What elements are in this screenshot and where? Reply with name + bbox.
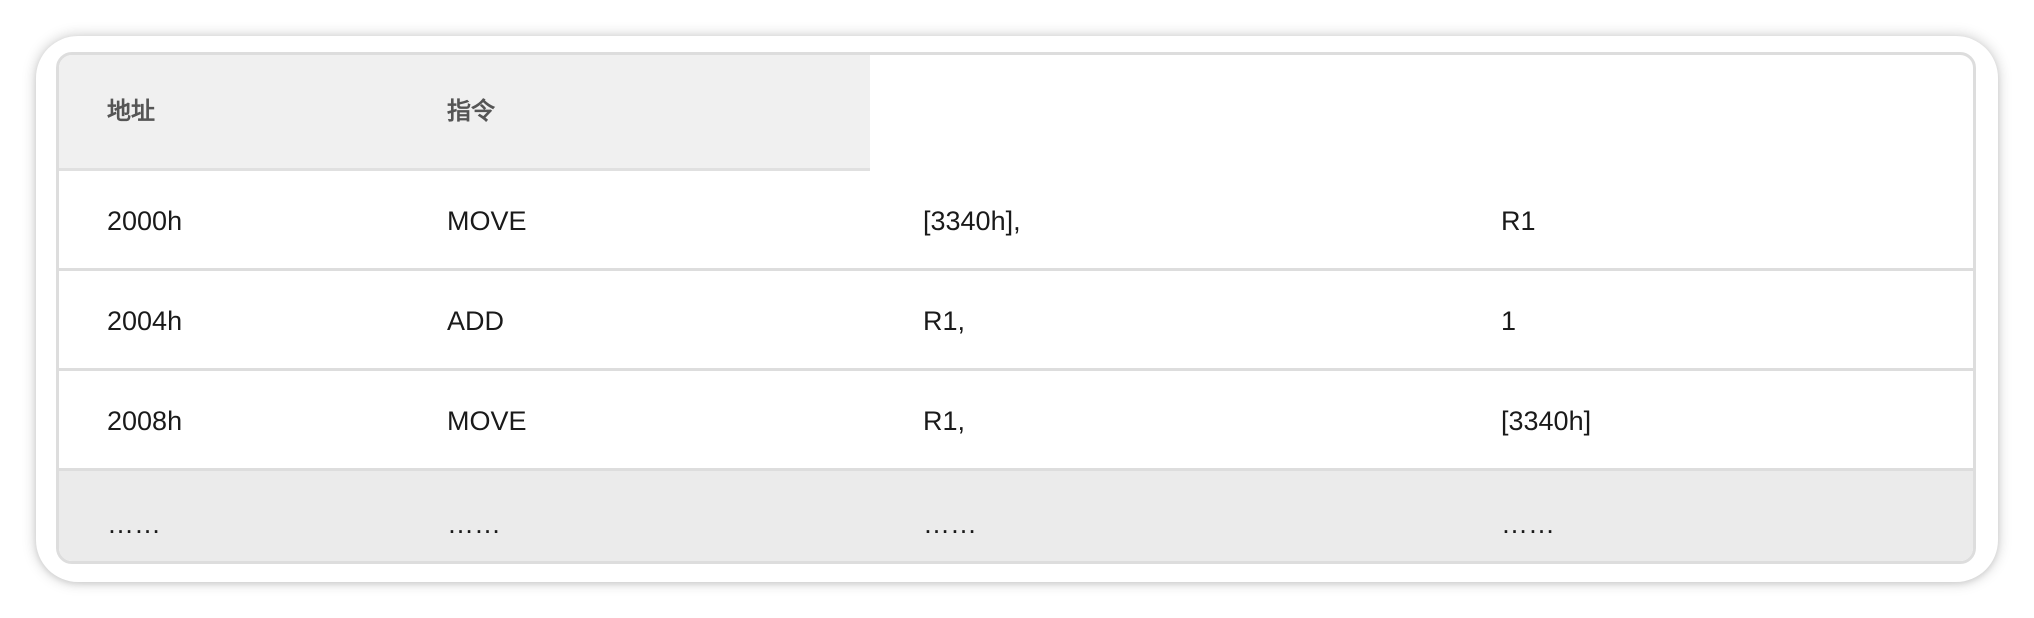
cell-address: 2000h <box>107 206 183 236</box>
cell-opcode: ADD <box>447 306 505 336</box>
cell-operand-1: R1, <box>923 306 966 336</box>
table-row: 2000h MOVE [3340h], R1 <box>59 171 1973 271</box>
header-instruction: 指令 <box>447 98 495 125</box>
cell-operand-1: R1, <box>923 406 966 436</box>
cell-operand-2: R1 <box>1501 206 1536 236</box>
cell-opcode: …… <box>447 509 501 539</box>
cell-operand-1: …… <box>923 509 977 539</box>
cell-opcode: MOVE <box>447 406 527 436</box>
instruction-table: 地址 指令 2000h MOVE [3340h], R1 2004h ADD R… <box>56 52 1976 564</box>
cell-operand-2: …… <box>1501 509 1555 539</box>
cell-address: 2008h <box>107 406 183 436</box>
table-row: 2004h ADD R1, 1 <box>59 271 1973 371</box>
cell-operand-2: [3340h] <box>1501 406 1592 436</box>
cell-opcode: MOVE <box>447 206 527 236</box>
table-row: 2008h MOVE R1, [3340h] <box>59 371 1973 471</box>
table-header-row: 地址 指令 <box>59 55 1973 171</box>
table-row-ellipsis: …… …… …… …… <box>59 471 1973 561</box>
header-address: 地址 <box>107 98 155 125</box>
cell-operand-2: 1 <box>1501 306 1517 336</box>
cell-address: …… <box>107 509 161 539</box>
cell-operand-1: [3340h], <box>923 206 1021 236</box>
table-card: 地址 指令 2000h MOVE [3340h], R1 2004h ADD R… <box>36 36 1998 582</box>
cell-address: 2004h <box>107 306 183 336</box>
